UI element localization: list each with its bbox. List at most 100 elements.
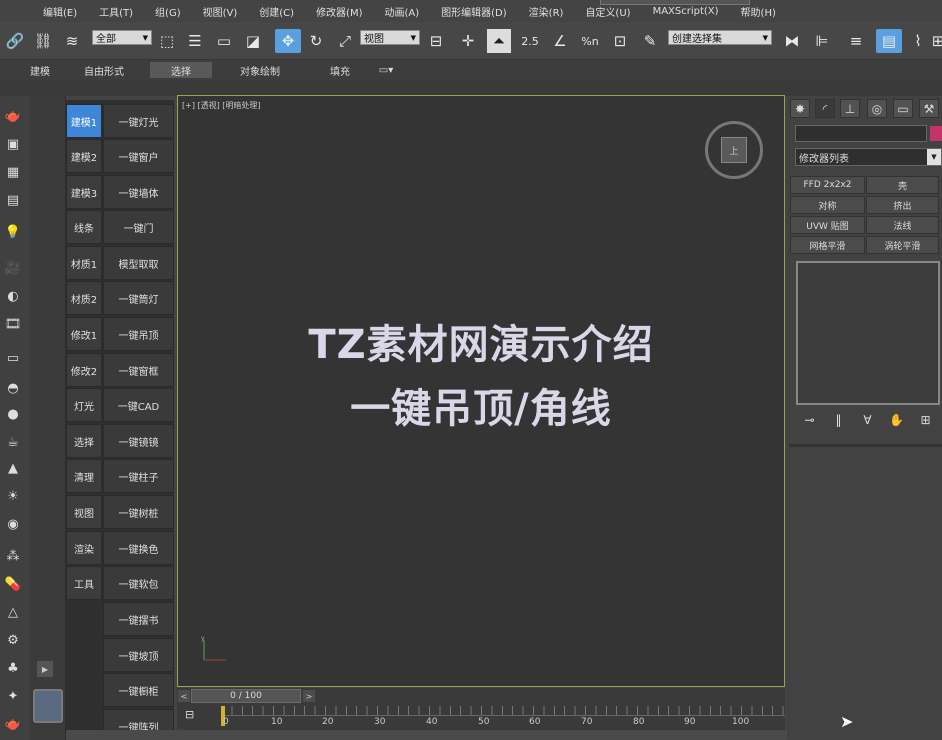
hf-icon[interactable]: ✦: [2, 686, 24, 706]
configure-sets-icon[interactable]: ⊞: [911, 413, 940, 427]
menu-maxscript[interactable]: MAXScript(X): [642, 6, 730, 17]
plugin-tab-material1[interactable]: 材质1: [66, 246, 102, 280]
search-box[interactable]: [600, 0, 750, 5]
perspective-viewport[interactable]: [+] [透视] [明暗处理] 上 TZ素材网演示介绍 一键吊顶/角线 y: [177, 95, 785, 687]
snaps-toggle[interactable]: 2.5: [518, 29, 542, 53]
object-name-field[interactable]: [795, 125, 927, 142]
ribbon-tab-selection[interactable]: 选择: [150, 62, 212, 78]
light-icon[interactable]: 💡: [2, 222, 24, 242]
menu-help[interactable]: 帮助(H): [730, 4, 787, 19]
filter-icon[interactable]: ⊟: [185, 708, 194, 721]
plugin-tab-modify1[interactable]: 修改1: [66, 317, 102, 351]
ribbon-tab-populate[interactable]: 填充: [320, 62, 360, 78]
display-tab-icon[interactable]: ▭: [893, 99, 913, 118]
motion-tab-icon[interactable]: ◎: [867, 99, 887, 118]
hierarchy-tab-icon[interactable]: ⊥: [840, 99, 860, 118]
plugin-tab-tools[interactable]: 工具: [66, 566, 102, 600]
viewport-thumbnail[interactable]: [33, 689, 63, 723]
mod-shell[interactable]: 壳: [866, 176, 939, 194]
plugin-tab-modeling1[interactable]: 建模1: [66, 104, 102, 138]
camera-icon[interactable]: 🎥: [2, 258, 24, 278]
pin-stack-icon[interactable]: ⊸: [795, 413, 824, 427]
pyramid-icon[interactable]: △: [2, 602, 24, 622]
mod-turbosmooth[interactable]: 涡轮平滑: [866, 236, 939, 254]
material-editor-icon[interactable]: ▦: [2, 162, 24, 182]
mod-uvw-map[interactable]: UVW 贴图: [790, 216, 865, 234]
plugin-tab-light[interactable]: 灯光: [66, 388, 102, 422]
plugin-btn-soft-pack[interactable]: 一键软包: [103, 566, 174, 600]
schematic-view-icon[interactable]: ⊞: [932, 29, 942, 53]
select-manipulate-icon[interactable]: ✛: [456, 29, 480, 53]
render-frame-icon[interactable]: ▣: [2, 134, 24, 154]
mirror-icon[interactable]: ⧓: [780, 29, 804, 53]
pivot-center-icon[interactable]: ⊟: [424, 29, 448, 53]
ribbon-tab-object-paint[interactable]: 对象绘制: [232, 62, 288, 78]
plugin-tab-lines[interactable]: 线条: [66, 210, 102, 244]
curve-editor-icon[interactable]: ⌇: [906, 29, 930, 53]
object-color-swatch[interactable]: [930, 126, 942, 141]
menu-views[interactable]: 视图(V): [192, 4, 249, 19]
plugin-btn-ceiling[interactable]: 一键吊顶: [103, 317, 174, 351]
scale-icon[interactable]: ⤢: [333, 29, 357, 53]
dome-icon[interactable]: ◓: [2, 378, 24, 398]
menu-graph-editors[interactable]: 图形编辑器(D): [430, 4, 518, 19]
create-tab-icon[interactable]: ✸: [790, 99, 810, 118]
modifier-stack[interactable]: [796, 261, 940, 405]
teapot-icon[interactable]: 🫖: [2, 106, 24, 126]
plugin-btn-downlight[interactable]: 一键筒灯: [103, 281, 174, 315]
plugin-btn-mirror[interactable]: 一键镜镜: [103, 424, 174, 458]
move-icon[interactable]: ✥: [275, 29, 301, 53]
show-end-result-icon[interactable]: ‖: [824, 413, 853, 427]
plugin-btn-wall[interactable]: 一键墙体: [103, 175, 174, 209]
time-slider[interactable]: 0 / 100: [191, 689, 301, 703]
ribbon-tab-freeform[interactable]: 自由形式: [78, 62, 130, 78]
menu-modifiers[interactable]: 修改器(M): [305, 4, 373, 19]
modifier-list-dropdown[interactable]: 修改器列表 ▼: [795, 148, 942, 166]
keyboard-shortcut-override-icon[interactable]: ⏶: [487, 29, 511, 53]
viewport-label[interactable]: [+] [透视] [明暗处理]: [182, 100, 261, 111]
plugin-btn-recolor[interactable]: 一键换色: [103, 531, 174, 565]
edit-named-selection-icon[interactable]: ✎: [638, 29, 662, 53]
frame-ruler[interactable]: [221, 706, 785, 716]
selection-filter-dropdown[interactable]: 全部 ▼: [92, 30, 152, 45]
layer-manager-icon[interactable]: ≡: [844, 29, 868, 53]
menu-create[interactable]: 创建(C): [248, 4, 305, 19]
unlink-icon[interactable]: ⛓: [32, 29, 54, 53]
mod-meshsmooth[interactable]: 网格平滑: [790, 236, 865, 254]
utilities-tab-icon[interactable]: ⚒: [919, 99, 939, 118]
plugin-tab-view[interactable]: 视图: [66, 495, 102, 529]
plugin-btn-window-frame[interactable]: 一键窗框: [103, 353, 174, 387]
menu-group[interactable]: 组(G): [144, 4, 192, 19]
teapot-bottom-icon[interactable]: 🫖: [2, 714, 24, 734]
rectangle-selection-icon[interactable]: ▭: [212, 29, 236, 53]
plugin-btn-books[interactable]: 一键摆书: [103, 602, 174, 636]
viewcube-top-face[interactable]: 上: [721, 137, 747, 163]
mod-normal[interactable]: 法线: [866, 216, 939, 234]
ribbon-options-icon[interactable]: ▭▾: [372, 62, 400, 78]
sun-icon[interactable]: ☀: [2, 486, 24, 506]
plugin-tab-render[interactable]: 渲染: [66, 531, 102, 565]
plugin-tab-modeling3[interactable]: 建模3: [66, 175, 102, 209]
plugin-btn-cabinet[interactable]: 一键橱柜: [103, 673, 174, 707]
spinner-snap-icon[interactable]: ⊡: [608, 29, 632, 53]
window-crossing-icon[interactable]: ◪: [242, 29, 264, 53]
pill-icon[interactable]: 💊: [2, 574, 24, 594]
plugin-btn-model-fetch[interactable]: 模型取取: [103, 246, 174, 280]
plugin-btn-slope-roof[interactable]: 一键坡顶: [103, 638, 174, 672]
disk-icon[interactable]: ◉: [2, 514, 24, 534]
plugin-btn-window[interactable]: 一键窗户: [103, 139, 174, 173]
plugin-tab-material2[interactable]: 材质2: [66, 281, 102, 315]
plugin-btn-light[interactable]: 一键灯光: [103, 104, 174, 138]
time-prev-button[interactable]: <: [178, 690, 190, 702]
menu-customize[interactable]: 自定义(U): [574, 4, 641, 19]
mod-symmetry[interactable]: 对称: [790, 196, 865, 214]
plugin-tab-clean[interactable]: 清理: [66, 459, 102, 493]
make-unique-icon[interactable]: ∀: [853, 413, 882, 427]
plugin-tab-modeling2[interactable]: 建模2: [66, 139, 102, 173]
film-icon[interactable]: 🎞: [2, 314, 24, 334]
gear-icon[interactable]: ⚙: [2, 630, 24, 650]
teapot-small-icon[interactable]: ☕: [2, 432, 24, 452]
select-object-icon[interactable]: ⬚: [156, 29, 178, 53]
mod-extrude[interactable]: 挤出: [866, 196, 939, 214]
menu-edit[interactable]: 编辑(E): [32, 4, 88, 19]
